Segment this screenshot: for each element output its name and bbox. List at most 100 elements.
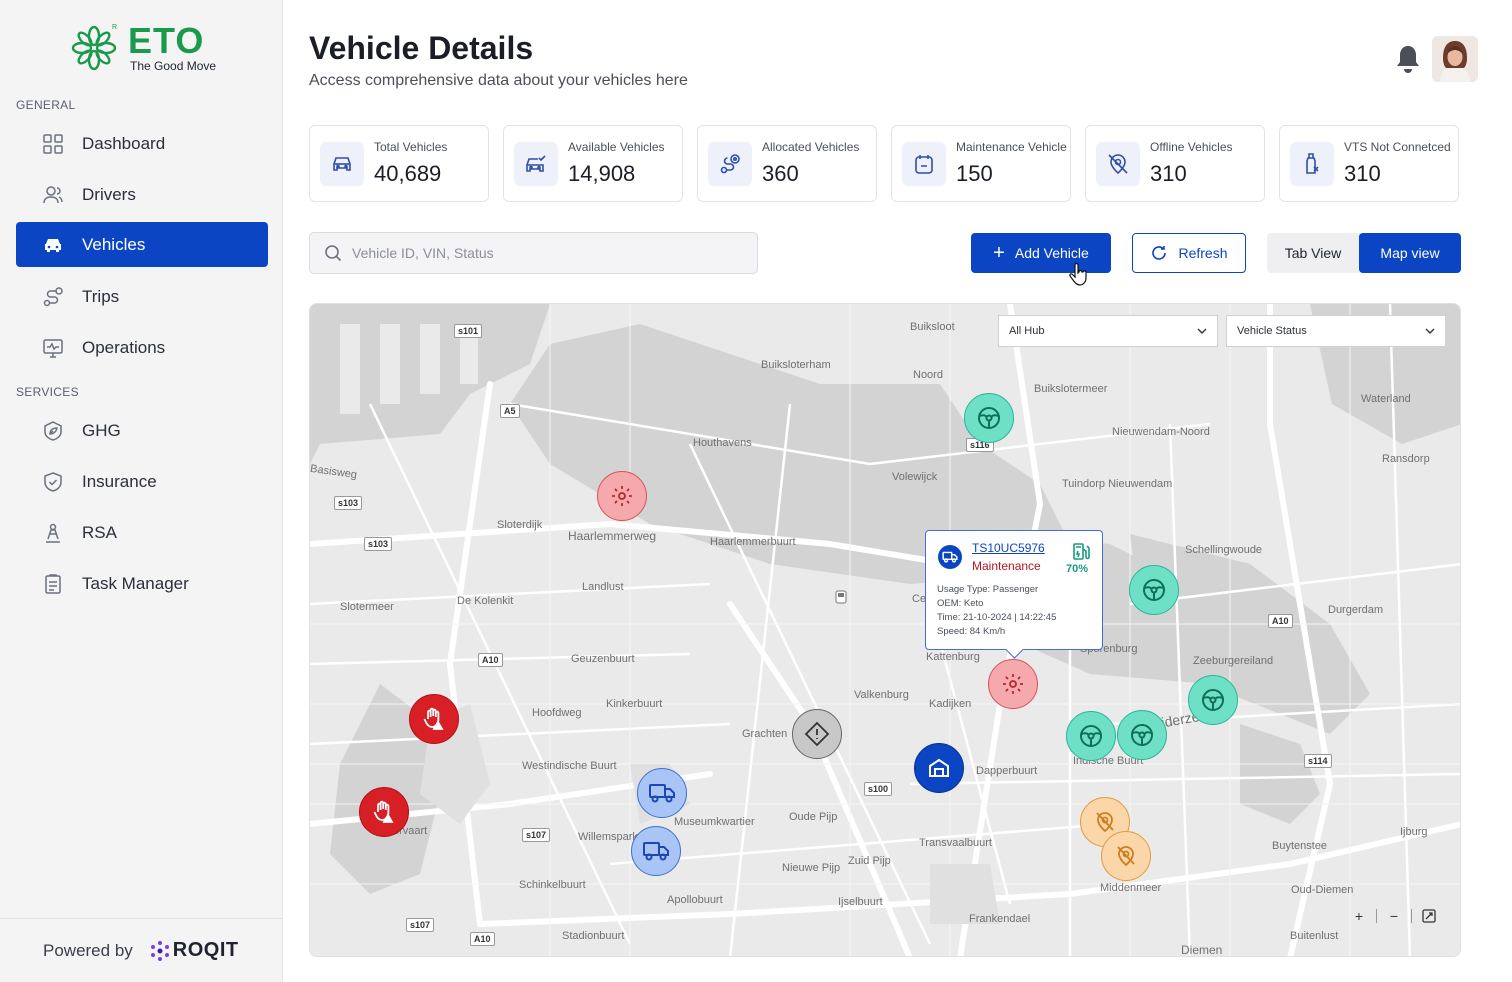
partner-logo: ROQIT: [149, 939, 239, 962]
car-icon: [320, 142, 364, 186]
gear-wrench-icon: [1003, 674, 1023, 694]
offline-location-icon: [1096, 812, 1114, 833]
stat-label: VTS Not Connetced: [1344, 140, 1451, 154]
map-zoom-controls: + −: [1342, 906, 1446, 926]
sidebar: R ETO The Good Move GENERAL Dashboard Dr…: [0, 0, 283, 982]
map-place-label: Oud-Diemen: [1291, 884, 1354, 896]
hub-select[interactable]: All Hub: [998, 315, 1218, 347]
expand-icon: [1422, 909, 1436, 923]
vehicle-map[interactable]: Buiksloot Buiksloterham Noord Buiksloter…: [309, 303, 1461, 957]
map-place-label: Tuindorp Nieuwendam: [1062, 478, 1173, 490]
stat-card-total[interactable]: Total Vehicles 40,689: [309, 125, 489, 202]
powered-by-label: Powered by: [43, 940, 133, 960]
sidebar-item-trips[interactable]: Trips: [16, 274, 268, 319]
map-place-label: Ransdorp: [1382, 453, 1430, 465]
map-place-label: Haarlemmerweg: [568, 529, 657, 543]
refresh-label: Refresh: [1178, 245, 1228, 261]
stat-card-allocated[interactable]: Allocated Vehicles 360: [697, 125, 877, 202]
vehicle-pin-active[interactable]: [1188, 675, 1238, 725]
stat-card-available[interactable]: Available Vehicles 14,908: [503, 125, 683, 202]
pointer-cursor-icon: [1069, 263, 1087, 286]
map-place-label: Haarlemmerbuurt: [710, 536, 796, 548]
search-icon: [325, 245, 342, 262]
map-place-label: Sloterdijk: [497, 519, 543, 531]
add-vehicle-button[interactable]: + Add Vehicle: [971, 233, 1111, 273]
map-place-label: Stadionbuurt: [562, 930, 625, 942]
map-place-label: Noord: [913, 369, 943, 381]
hub-pin[interactable]: [914, 743, 964, 793]
vehicle-pin-active[interactable]: [1129, 565, 1179, 615]
refresh-icon: [1152, 246, 1167, 260]
sidebar-item-vehicles[interactable]: Vehicles: [16, 222, 268, 267]
user-avatar[interactable]: [1432, 36, 1478, 82]
vehicle-info-popup[interactable]: TS10UC5976 Maintenance 70% Usage Type: P…: [925, 530, 1103, 650]
zoom-in-button[interactable]: +: [1342, 906, 1376, 926]
road-tag: s107: [522, 828, 551, 842]
sidebar-item-label: Vehicles: [82, 234, 146, 254]
stat-value: 40,689: [374, 161, 442, 186]
partner-name: ROQIT: [172, 939, 239, 961]
map-place-label: Apollobuurt: [667, 894, 723, 906]
vehicle-pin-active[interactable]: [1066, 711, 1116, 761]
brand-logo[interactable]: R ETO The Good Move: [70, 22, 230, 73]
truck-icon: [938, 545, 962, 569]
map-view-button[interactable]: Map view: [1359, 233, 1461, 273]
vehicle-status-select[interactable]: Vehicle Status: [1226, 315, 1446, 347]
sidebar-item-insurance[interactable]: Insurance: [16, 459, 268, 504]
roqit-mark-icon: [150, 940, 169, 961]
zoom-out-button[interactable]: −: [1377, 906, 1411, 926]
vehicle-pin-truck[interactable]: [637, 768, 687, 818]
refresh-button[interactable]: Refresh: [1132, 233, 1246, 273]
fullscreen-button[interactable]: [1412, 906, 1446, 926]
sidebar-item-drivers[interactable]: Drivers: [16, 172, 268, 217]
route-icon: [42, 286, 64, 308]
sidebar-item-label: Insurance: [82, 471, 157, 491]
road-tag: s103: [364, 537, 393, 551]
vehicle-pin-warning[interactable]: [792, 709, 842, 759]
vehicle-pin-maintenance-selected[interactable]: [988, 659, 1038, 709]
drivers-icon: [42, 184, 64, 206]
map-place-label: Dapperbuurt: [976, 765, 1038, 777]
stat-card-offline[interactable]: Offline Vehicles 310: [1085, 125, 1265, 202]
vehicle-id-link[interactable]: TS10UC5976: [972, 541, 1045, 555]
rsa-icon: [42, 522, 64, 544]
truck-icon: [643, 842, 669, 861]
vehicle-pin-alert[interactable]: [359, 787, 409, 837]
monitor-icon: [42, 337, 64, 359]
sidebar-item-task-manager[interactable]: Task Manager: [16, 561, 268, 606]
stat-card-maintenance[interactable]: Maintenance Vehicle 150: [891, 125, 1071, 202]
sidebar-item-label: Task Manager: [82, 573, 189, 593]
map-place-label: Kinkerbuurt: [606, 698, 663, 710]
sidebar-item-dashboard[interactable]: Dashboard: [16, 121, 268, 166]
map-place-label: Durgerdam: [1328, 604, 1384, 616]
map-place-label: Oude Pijp: [789, 811, 838, 823]
road-tag: s100: [864, 782, 893, 796]
vehicle-pin-alert[interactable]: [409, 694, 459, 744]
map-place-label: Schinkelbuurt: [519, 879, 586, 891]
map-place-label: Buitenlust: [1290, 930, 1339, 942]
search-input[interactable]: [352, 245, 732, 261]
speed-text: Speed: 84 Km/h: [937, 626, 1006, 637]
brand-tagline: The Good Move: [130, 59, 217, 73]
vehicle-pin-active[interactable]: [1117, 710, 1167, 760]
map-place-label: Middenmeer: [1100, 882, 1162, 894]
stat-card-vts[interactable]: VTS Not Connetced 310: [1279, 125, 1459, 202]
sidebar-item-operations[interactable]: Operations: [16, 325, 268, 370]
garage-icon: [929, 758, 949, 777]
sidebar-item-rsa[interactable]: RSA: [16, 510, 268, 555]
vehicle-pin-offline[interactable]: [1101, 831, 1151, 881]
leaf-icon: [42, 420, 64, 442]
steering-wheel-icon: [1202, 689, 1224, 711]
section-general-label: GENERAL: [16, 98, 76, 112]
sidebar-item-ghg[interactable]: GHG: [16, 408, 268, 453]
vehicle-pin-active[interactable]: [964, 393, 1014, 443]
vehicle-pin-truck[interactable]: [631, 826, 681, 876]
vehicle-pin-maintenance[interactable]: [597, 471, 647, 521]
page-title: Vehicle Details: [309, 30, 534, 66]
stat-label: Total Vehicles: [374, 140, 448, 154]
notification-bell-icon[interactable]: [1395, 44, 1421, 74]
offline-location-icon: [1096, 142, 1140, 186]
vehicle-status-text: Maintenance: [972, 559, 1041, 573]
tab-view-button[interactable]: Tab View: [1267, 233, 1359, 273]
map-place-label: Buiksloot: [910, 321, 955, 333]
